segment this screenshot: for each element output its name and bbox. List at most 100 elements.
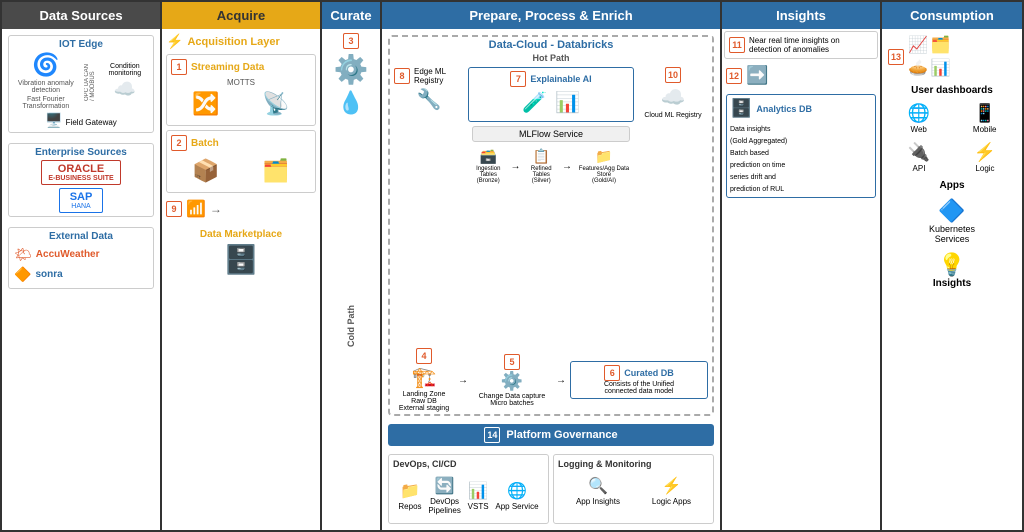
chart1-icon: 📈 <box>908 35 928 55</box>
batch-section: 2 Batch 📦 🗂️ <box>166 130 316 193</box>
batch-label: Batch <box>191 138 219 149</box>
consumption-insights-section: 💡 Insights <box>884 248 1020 293</box>
marketplace-label: Data Marketplace <box>166 229 316 240</box>
oracle-logo: ORACLE E-BUSINESS SUITE <box>41 160 120 185</box>
cloud-ml-label: Cloud ML Registry <box>644 112 701 119</box>
step11-label: Near real time insights on detection of … <box>749 36 873 54</box>
curate-gear-icon: ⚙️ <box>334 53 369 86</box>
step4-badge: 4 <box>416 348 432 364</box>
app-insights-icon: 🔍 <box>588 476 608 496</box>
logic-label: Logic <box>975 164 994 173</box>
kubernetes-icon: 🔷 <box>938 198 965 224</box>
analytics-db-icon: 🗄️ <box>730 98 752 119</box>
consumption-top: 13 📈 🗂️ 🥧 📊 <box>884 31 1020 82</box>
app-insights-label: App Insights <box>576 497 620 506</box>
kubernetes-section: 🔷 Kubernetes Services <box>884 194 1020 248</box>
step10-badge: 10 <box>665 67 681 83</box>
insights-header: Insights <box>722 2 880 29</box>
logging-title: Logging & Monitoring <box>558 459 709 469</box>
refined-silver-label: Refined Tables (Silver) <box>525 166 558 184</box>
iot-desc1: Vibration anomaly detection <box>12 80 80 94</box>
platform-governance-bar: 14 Platform Governance <box>388 424 714 446</box>
wifi-icon: 📶 <box>186 199 206 219</box>
enterprise-sources-section: Enterprise Sources ORACLE E-BUSINESS SUI… <box>8 143 154 217</box>
api-logic-row: 🔌 API ⚡ Logic <box>884 138 1020 177</box>
devops-title: DevOps, CI/CD <box>393 459 544 469</box>
mobile-label: Mobile <box>973 125 997 134</box>
features-gold-label: Features/Agg Data Store (Gold/AI) <box>576 166 632 184</box>
vsts-label: VSTS <box>468 502 489 511</box>
sonra-label: sonra <box>35 269 62 280</box>
curate-stream-icon: 💧 <box>337 90 364 116</box>
prepare-header: Prepare, Process & Enrich <box>382 2 720 29</box>
condition-label: Condition monitoring <box>100 63 150 77</box>
acquire-header: Acquire <box>162 2 320 29</box>
sap-sub: HANA <box>70 203 93 210</box>
step6-badge: 6 <box>604 365 620 381</box>
arrow-right-4: → <box>556 375 566 386</box>
marketplace-db-icon: 🗄️ <box>224 244 259 275</box>
ai-beaker-icon: 🧪 <box>522 90 547 115</box>
field-gateway-icon: 🖥️ <box>45 112 62 128</box>
ingestion-icon: 🗃️ <box>480 148 497 165</box>
cold-path-label: Cold Path <box>346 305 356 347</box>
refined-icon: 📋 <box>533 148 550 165</box>
user-dashboards-label: User dashboards <box>884 85 1020 96</box>
platform-gov-label: Platform Governance <box>506 429 617 441</box>
vsts-icon: 📊 <box>468 481 488 501</box>
kubernetes-label: Kubernetes Services <box>929 224 975 244</box>
sonra-icon: 🔶 <box>14 266 31 283</box>
streaming-section: 1 Streaming Data MOTTS 🔀 📡 <box>166 54 316 126</box>
motts-label: MOTTS <box>171 78 311 87</box>
logging-section: Logging & Monitoring 🔍 App Insights ⚡ Lo… <box>553 454 714 524</box>
windmill-icon: 🌀 <box>32 52 59 78</box>
accuweather-label: AccuWeather <box>36 249 100 260</box>
iot-edge-title: IOT Edge <box>12 39 150 50</box>
sap-label: SAP <box>70 191 93 203</box>
datasources-column: Data Sources IOT Edge 🌀 Vibration anomal… <box>2 2 162 530</box>
devops-pipelines-label: DevOps Pipelines <box>428 497 460 515</box>
consumption-column: Consumption 13 📈 🗂️ 🥧 📊 User dashboards … <box>882 2 1022 530</box>
step1-badge: 1 <box>171 59 187 75</box>
accuweather-icon: 🌤 <box>14 246 32 263</box>
external-title: External Data <box>12 231 150 242</box>
curated-db-label: Curated DB <box>624 368 674 378</box>
ingestion-bronze-label: Ingestion Tables (Bronze) <box>470 166 507 184</box>
cdc-label: Change Data capture Micro batches <box>479 393 546 407</box>
databricks-box: Data-Cloud - Databricks Hot Path 8 Edge … <box>388 35 714 416</box>
features-icon: 📁 <box>595 148 612 165</box>
api-label: API <box>913 164 926 173</box>
step8-badge: 8 <box>394 68 410 84</box>
curated-desc: Consists of the Unified connected data m… <box>604 381 674 395</box>
landing-zone-label: Landing Zone Raw DB External staging <box>399 391 449 412</box>
logic-apps-label: Logic Apps <box>652 497 691 506</box>
chart3-icon: 🥧 <box>908 58 928 78</box>
opc-protocol-label: OPC UA CAN / MODBUS <box>84 61 96 101</box>
web-mobile-row: 🌐 Web 📱 Mobile <box>884 99 1020 138</box>
arrow-right-1: → <box>511 161 521 172</box>
prepare-column: Prepare, Process & Enrich Data-Cloud - D… <box>382 2 722 530</box>
chart4-icon: 📊 <box>931 58 951 78</box>
insight-step12: 12 ➡️ <box>724 63 878 88</box>
cloud-ml-icon: ☁️ <box>661 85 686 110</box>
curate-header: Curate <box>322 2 380 29</box>
analytics-db-section: 🗄️ Analytics DB Data insights (Gold Aggr… <box>726 94 876 198</box>
cloud-icon: ☁️ <box>114 79 136 100</box>
step9-badge: 9 <box>166 201 182 217</box>
insights-column: Insights 11 Near real time insights on d… <box>722 2 882 530</box>
consumption-header: Consumption <box>882 2 1022 29</box>
batch-v2-icon: 📦 <box>192 158 219 184</box>
acquire-column: Acquire ⚡ Acquisition Layer 1 Streaming … <box>162 2 322 530</box>
insight-step11: 11 Near real time insights on detection … <box>724 31 878 59</box>
step12-badge: 12 <box>726 68 742 84</box>
step5-badge: 5 <box>504 354 520 370</box>
devops-pipelines-icon: 🔄 <box>435 476 455 496</box>
landing-zone-icon: 🏗️ <box>412 365 437 390</box>
step14-badge: 14 <box>484 427 500 443</box>
ingestion-row: 🗃️ Ingestion Tables (Bronze) → 📋 Refined… <box>468 146 634 186</box>
arrow-right-2: → <box>562 161 572 172</box>
insights-consumption-label: Insights <box>933 278 971 289</box>
governance-row: DevOps, CI/CD 📁 Repos 🔄 DevOps Pipelines… <box>384 450 718 528</box>
ai-data-icon: 📊 <box>555 90 580 115</box>
iot-edge-section: IOT Edge 🌀 Vibration anomaly detection F… <box>8 35 154 133</box>
